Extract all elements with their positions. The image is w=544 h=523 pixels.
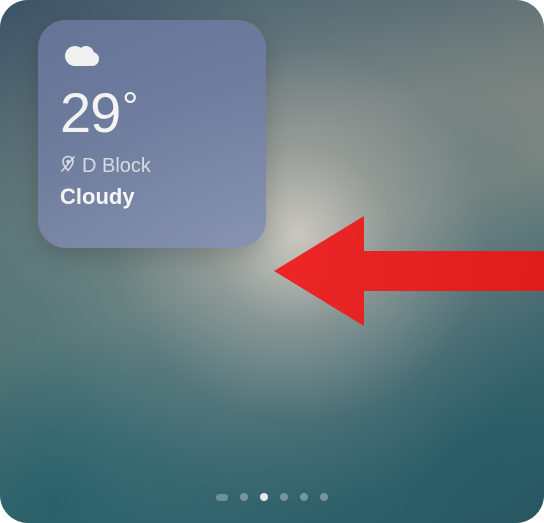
location-off-icon	[60, 155, 76, 178]
page-dot-active[interactable]	[260, 493, 268, 501]
page-dot[interactable]	[300, 493, 308, 501]
temperature: 29 °	[60, 85, 244, 141]
weather-widget[interactable]: 29 ° D Block Cloudy	[38, 20, 266, 248]
condition-label: Cloudy	[60, 184, 244, 210]
home-screen[interactable]: 29 ° D Block Cloudy	[0, 0, 544, 523]
degree-symbol: °	[122, 87, 138, 127]
cloud-icon	[60, 42, 244, 75]
location-row: D Block	[60, 155, 244, 178]
location-label: D Block	[82, 155, 151, 178]
page-dot[interactable]	[216, 494, 228, 501]
page-dot[interactable]	[320, 493, 328, 501]
page-dot[interactable]	[280, 493, 288, 501]
page-dot[interactable]	[240, 493, 248, 501]
annotation-arrow-icon	[274, 206, 544, 336]
page-indicator[interactable]	[216, 493, 328, 501]
temperature-value: 29	[60, 85, 120, 141]
